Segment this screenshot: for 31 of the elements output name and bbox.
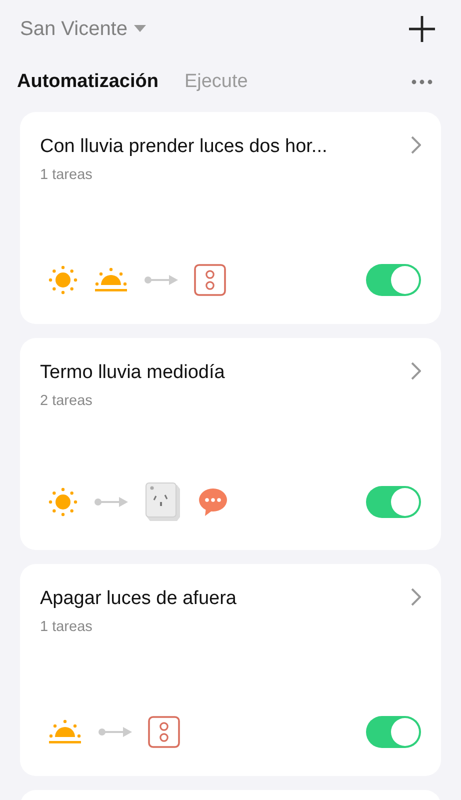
toggle-switch[interactable] — [366, 716, 421, 748]
chevron-icon[interactable] — [411, 136, 421, 154]
chevron-icon[interactable] — [411, 588, 421, 606]
sun-icon — [48, 487, 78, 517]
automation-card[interactable]: Con lluvia prender luces dos hor... 1 tareas — [20, 112, 441, 324]
task-count: 1 tareas — [40, 619, 94, 635]
automation-title: Termo lluvia mediodía — [40, 362, 225, 384]
automation-card[interactable]: Apagar luces de afuera 1 tareas — [20, 564, 441, 776]
toggle-switch[interactable] — [366, 264, 421, 296]
task-count: 2 tareas — [40, 393, 94, 409]
arrow-icon — [98, 727, 132, 737]
automation-title: Apagar luces de afuera — [40, 588, 236, 610]
location-selector[interactable]: San Vicente — [20, 18, 146, 40]
message-icon — [198, 487, 228, 517]
tab[interactable]: Automatización — [17, 71, 158, 93]
sunrise-icon — [94, 267, 128, 293]
add-icon[interactable] — [409, 16, 435, 42]
caret-icon — [134, 25, 146, 33]
toggle-switch[interactable] — [366, 486, 421, 518]
switch-icon — [194, 264, 226, 296]
automation-title: Con lluvia prender luces dos hor... — [40, 136, 328, 158]
sun-icon — [48, 265, 78, 295]
task-count: 1 tareas — [40, 167, 94, 183]
arrow-icon — [94, 497, 128, 507]
arrow-icon — [144, 275, 178, 285]
sunrise-icon — [48, 719, 82, 745]
automation-card[interactable]: Termo lluvia mediodía 2 tareas — [20, 338, 441, 550]
switch-icon — [148, 716, 180, 748]
chevron-icon[interactable] — [411, 362, 421, 380]
smart-plug-icon — [144, 482, 182, 522]
more-icon[interactable] — [411, 79, 433, 85]
